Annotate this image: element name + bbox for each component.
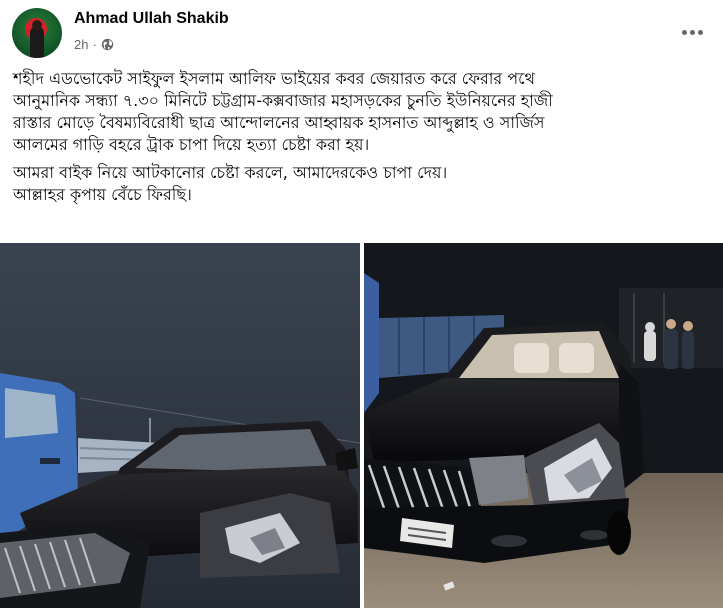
author-name[interactable]: Ahmad Ullah Shakib [74, 10, 229, 28]
post-meta: 2h · [74, 37, 114, 52]
more-options-icon[interactable] [677, 20, 707, 44]
meta-separator: · [92, 37, 97, 52]
post-text-line: শহীদ এডভোকেট সাইফুল ইসলাম আলিফ ভাইয়ের ক… [13, 69, 535, 88]
facebook-post: Ahmad Ullah Shakib 2h · শহীদ এডভোকেট সাই… [0, 0, 723, 608]
damaged-car-photo-left[interactable] [0, 243, 360, 608]
post-paragraph: শহীদ এডভোকেট সাইফুল ইসলাম আলিফ ভাইয়ের ক… [13, 68, 713, 156]
damaged-car-photo-right[interactable] [364, 243, 723, 608]
post-text-line: আনুমানিক সন্ধ্যা ৭.৩০ মিনিটে চট্টগ্রাম-ক… [13, 91, 553, 110]
post-time[interactable]: 2h [74, 37, 88, 52]
author-avatar[interactable] [12, 8, 62, 58]
avatar-head [32, 20, 42, 30]
post-text: শহীদ এডভোকেট সাইফুল ইসলাম আলিফ ভাইয়ের ক… [13, 68, 713, 212]
post-header: Ahmad Ullah Shakib 2h · [12, 8, 711, 60]
post-text-line: আল্লাহর কৃপায় বেঁচে ফিরছি। [13, 185, 192, 204]
globe-icon[interactable] [101, 38, 114, 51]
avatar-person-silhouette [30, 26, 44, 58]
post-text-line: রাস্তার মোড়ে বৈষম্যবিরোধী ছাত্র আন্দোলন… [13, 113, 545, 132]
post-photos [0, 243, 723, 608]
post-paragraph: আমরা বাইক নিয়ে আটকানোর চেষ্টা করলে, আমা… [13, 162, 713, 206]
post-text-line: আমরা বাইক নিয়ে আটকানোর চেষ্টা করলে, আমা… [13, 163, 448, 182]
post-text-line: আলমের গাড়ি বহরে ট্রাক চাপা দিয়ে হত্যা … [13, 135, 370, 154]
